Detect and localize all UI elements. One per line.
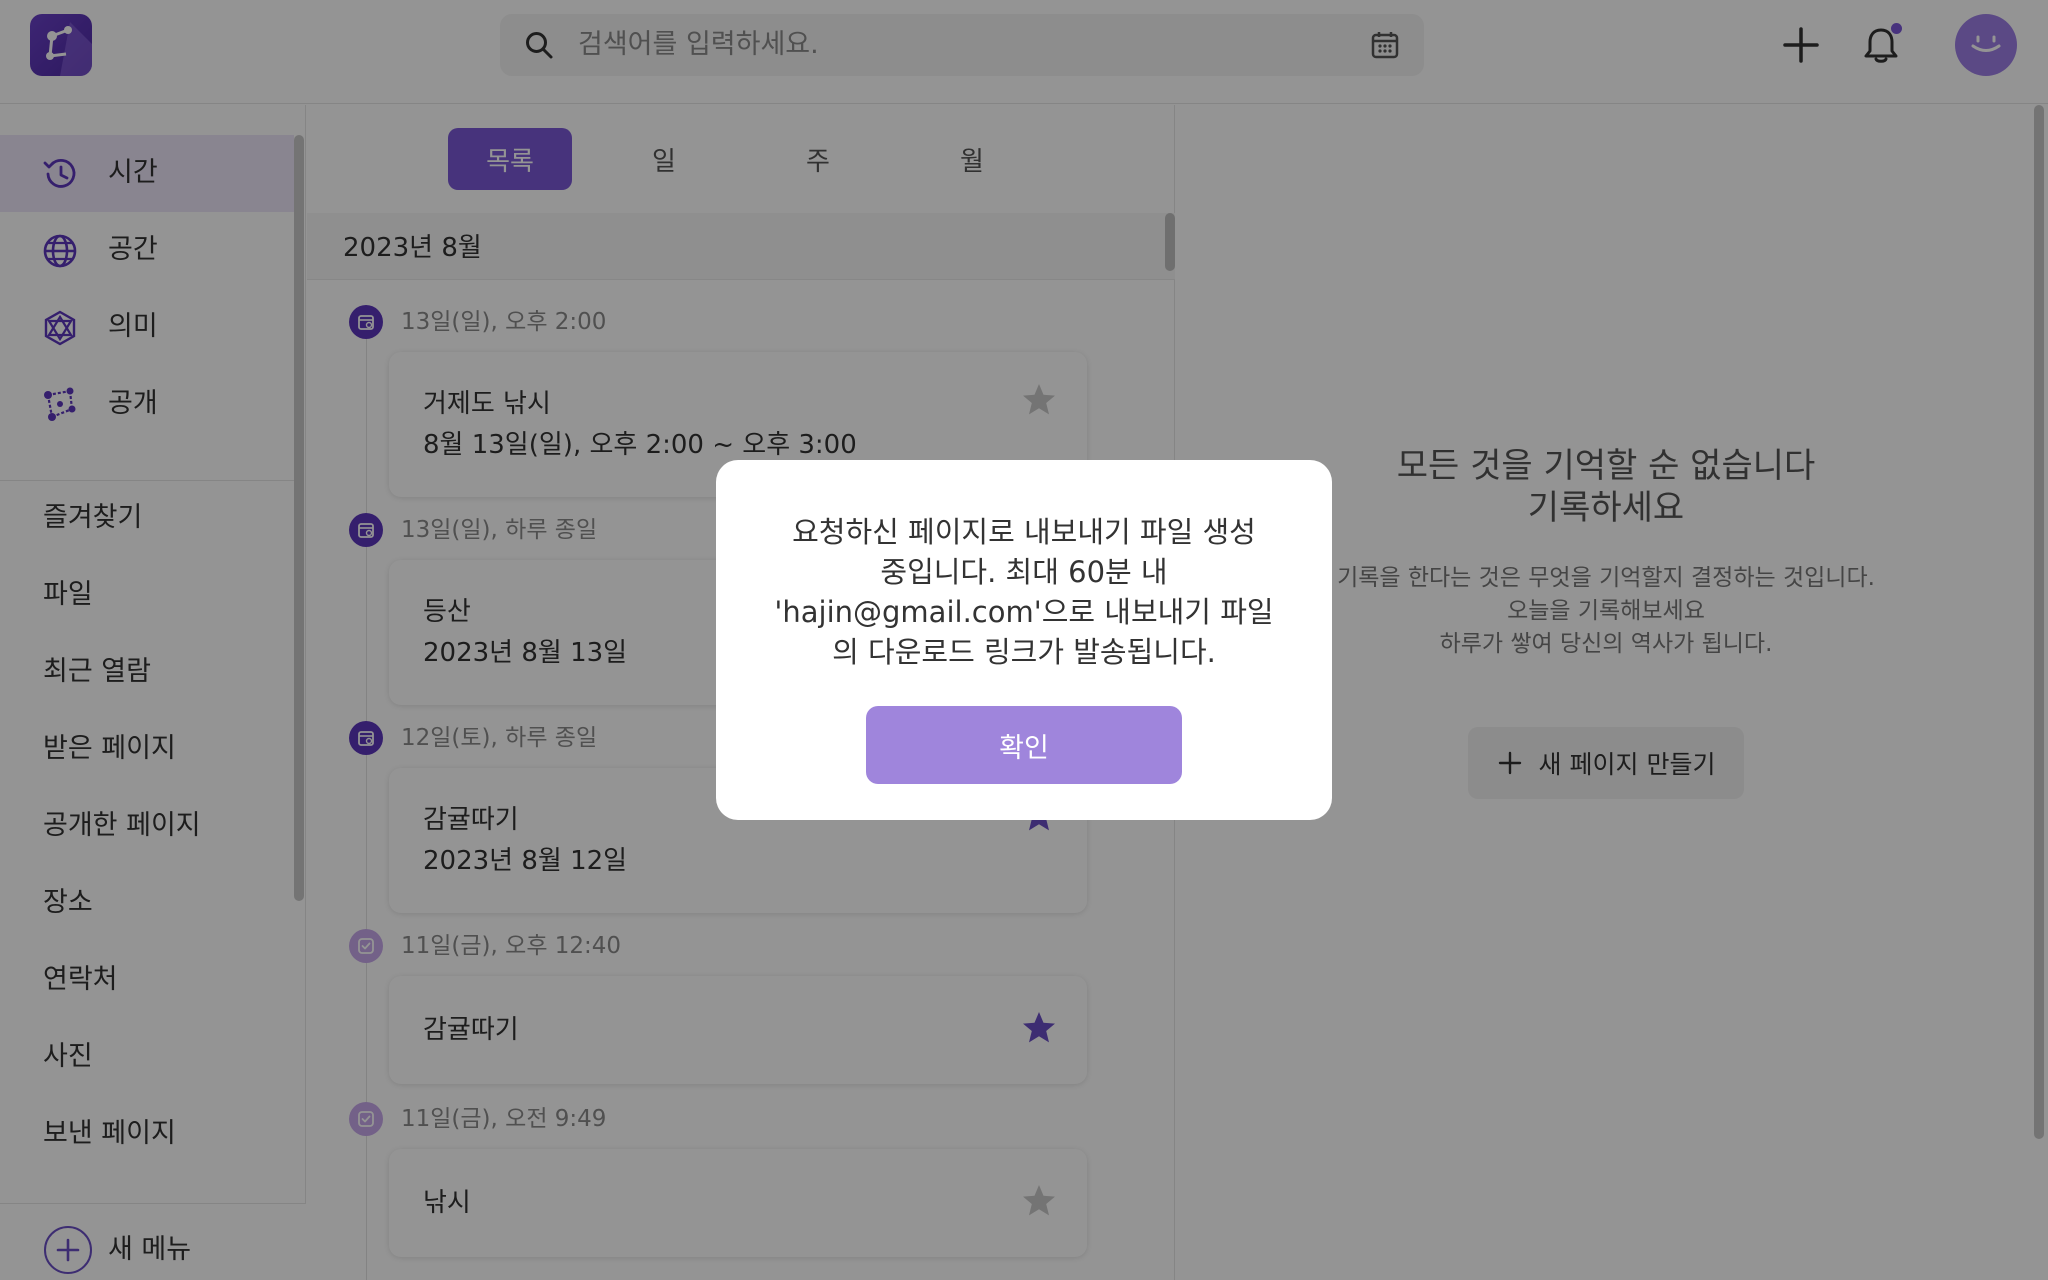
confirm-button[interactable]: 확인: [866, 706, 1182, 784]
message-line: 의 다운로드 링크가 발송됩니다.: [832, 635, 1216, 669]
message-line: 'hajin@gmail.com'으로 내보내기 파일: [774, 595, 1274, 629]
message-line: 중입니다. 최대 60분 내: [880, 555, 1168, 589]
export-notice-dialog: 요청하신 페이지로 내보내기 파일 생성 중입니다. 최대 60분 내 'haj…: [716, 460, 1332, 820]
message-line: 요청하신 페이지로 내보내기 파일 생성: [792, 515, 1256, 549]
dialog-message: 요청하신 페이지로 내보내기 파일 생성 중입니다. 최대 60분 내 'haj…: [756, 512, 1292, 672]
